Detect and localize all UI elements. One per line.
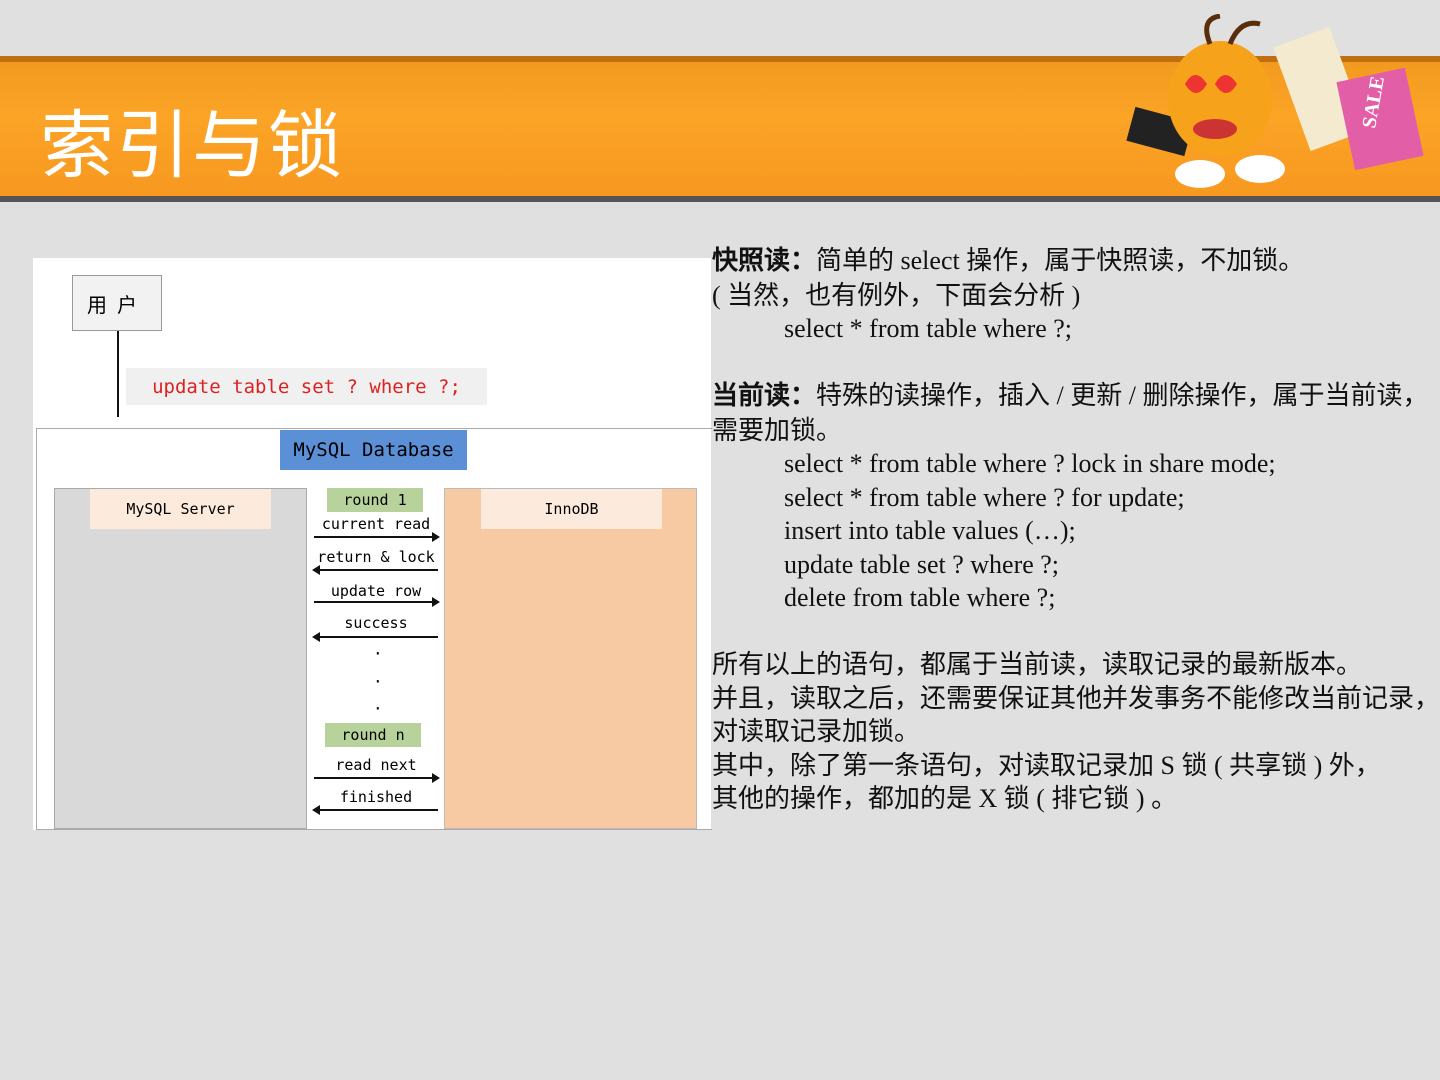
code-line: delete from table where ?; <box>784 583 1056 612</box>
arrow-left <box>312 565 438 575</box>
snapshot-read-label: 快照读： <box>712 246 817 276</box>
user-arrow <box>117 331 119 417</box>
summary-line: 并且，读取之后，还需要保证其他并发事务不能修改当前记录， <box>712 683 1440 713</box>
summary-line: 对读取记录加锁。 <box>712 717 921 746</box>
current-read-label: 当前读： <box>712 381 817 411</box>
snapshot-read-desc: 简单的 select 操作，属于快照读，不加锁。 <box>816 246 1305 275</box>
arrow-left <box>312 805 438 815</box>
snapshot-note: ( 当然，也有例外，下面会分析 ) <box>712 280 1081 310</box>
ellipsis-dot: · <box>373 672 383 691</box>
explanation-text: 快照读：简单的 select 操作，属于快照读，不加锁。 ( 当然，也有例外，下… <box>712 244 1440 816</box>
database-label: MySQL Database <box>280 430 467 470</box>
ellipsis-dot: · <box>373 644 383 663</box>
innodb-label: InnoDB <box>481 489 662 529</box>
arrow-right <box>314 773 440 783</box>
server-label: MySQL Server <box>90 489 271 529</box>
code-line: insert into table values (…); <box>784 516 1076 545</box>
ellipsis-dot: · <box>373 699 383 718</box>
current-read-desc: 特殊的读操作，插入 / 更新 / 删除操作，属于当前读， <box>816 381 1429 410</box>
mysql-server-box: MySQL Server <box>54 488 307 829</box>
slide-title: 索引与锁 <box>40 103 344 189</box>
round-1-label: round 1 <box>327 488 423 512</box>
current-read-diagram: 用户 update table set ? where ?; MySQL Dat… <box>33 258 712 830</box>
ant-mascot-shopping-illustration: SALE <box>1126 14 1424 188</box>
code-line: update table set ? where ?; <box>784 549 1060 579</box>
arrow-right <box>314 597 440 607</box>
innodb-box: InnoDB <box>444 488 697 829</box>
step-label: update row <box>330 582 422 600</box>
code-line: select * from table where ? lock in shar… <box>784 449 1276 478</box>
code-line: select * from table where ? for update; <box>784 482 1185 512</box>
step-label: return & lock <box>317 548 435 566</box>
code-line: select * from table where ?; <box>784 314 1073 343</box>
summary-line: 所有以上的语句，都属于当前读，读取记录的最新版本。 <box>712 650 1363 679</box>
round-n-label: round n <box>325 723 421 747</box>
sql-statement: update table set ? where ?; <box>126 368 487 405</box>
user-box: 用户 <box>72 275 162 331</box>
step-label: success <box>344 614 408 632</box>
step-label: read next <box>335 756 417 774</box>
summary-line: 其他的操作，都加的是 X 锁 ( 排它锁 ) 。 <box>712 784 1178 813</box>
step-label: current read <box>321 515 431 533</box>
summary-line: 其中，除了第一条语句，对读取记录加 S 锁 ( 共享锁 ) 外， <box>712 750 1381 780</box>
step-label: finished <box>339 788 413 806</box>
arrow-left <box>312 632 438 642</box>
arrow-right <box>314 532 440 542</box>
current-read-desc-2: 需要加锁。 <box>712 415 843 445</box>
